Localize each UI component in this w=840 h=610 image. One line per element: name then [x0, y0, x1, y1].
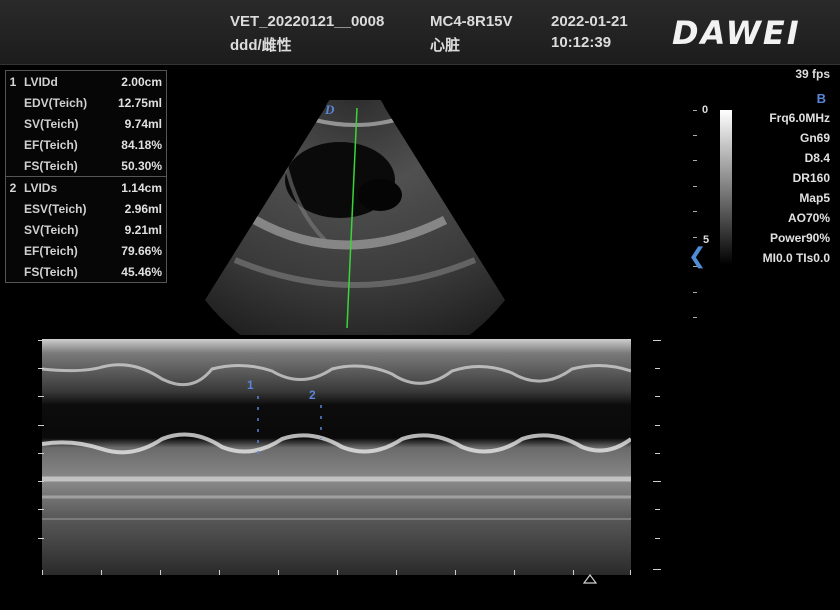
measurement-row[interactable]: FS(Teich) 45.46%	[6, 261, 166, 282]
measurement-label: ESV(Teich)	[24, 201, 87, 216]
patient-name: ddd/雌性	[230, 37, 292, 54]
measurement-row[interactable]: ESV(Teich) 2.96ml	[6, 198, 166, 219]
measurement-label: FS(Teich)	[24, 264, 78, 279]
measurement-value: 50.30%	[121, 158, 162, 173]
measurement-value: 1.14cm	[121, 180, 162, 195]
b-mode-sector-image[interactable]: D	[195, 100, 515, 335]
param-power: Power90%	[769, 231, 830, 245]
measurement-value: 2.00cm	[121, 74, 162, 89]
frame-rate: 39 fps	[795, 67, 830, 81]
param-dynamic-range: DR160	[792, 171, 830, 185]
exam-preset: 心脏	[430, 37, 461, 54]
measurement-label: SV(Teich)	[24, 116, 79, 131]
measurement-label: SV(Teich)	[24, 222, 79, 237]
caliper-label-1: 1	[247, 378, 254, 392]
measurement-label: EDV(Teich)	[24, 95, 88, 110]
chevron-left-icon[interactable]: ❮	[688, 243, 706, 269]
exam-time: 10:12:39	[551, 34, 612, 51]
param-frequency: Frq6.0MHz	[769, 111, 830, 125]
sweep-position-icon[interactable]	[583, 574, 597, 584]
imaging-mode: B	[816, 91, 826, 106]
measurement-label: FS(Teich)	[24, 158, 78, 173]
exam-date: 2022-01-21	[551, 13, 628, 30]
param-acoustic-output: AO70%	[787, 211, 830, 225]
param-depth: D8.4	[804, 151, 830, 165]
measurement-value: 84.18%	[121, 137, 162, 152]
brand-logo: DAWEI	[672, 14, 801, 52]
param-gain: Gn69	[799, 131, 830, 145]
param-mi-ti: MI0.0 TIs0.0	[762, 251, 830, 265]
header-bar: VET_20220121__0008 ddd/雌性 MC4-8R15V 心脏 2…	[0, 0, 840, 65]
measurement-index: 2	[9, 180, 17, 195]
probe-name: MC4-8R15V	[430, 13, 513, 30]
m-mode-trace-image[interactable]: 1 2	[42, 339, 631, 575]
measurement-group-1: 1 LVIDd 2.00cm EDV(Teich) 12.75ml SV(Tei…	[6, 71, 166, 177]
measurement-value: 45.46%	[121, 264, 162, 279]
measurement-label: EF(Teich)	[24, 137, 78, 152]
measurement-row[interactable]: SV(Teich) 9.74ml	[6, 113, 166, 134]
patient-id: VET_20220121__0008	[230, 13, 385, 30]
measurement-row[interactable]: SV(Teich) 9.21ml	[6, 219, 166, 240]
measurement-label: LVIDd	[24, 74, 58, 89]
measurement-value: 79.66%	[121, 243, 162, 258]
measurement-panel: 1 LVIDd 2.00cm EDV(Teich) 12.75ml SV(Tei…	[5, 70, 167, 283]
measurement-row[interactable]: EDV(Teich) 12.75ml	[6, 92, 166, 113]
depth-scale-top: 0	[702, 104, 709, 116]
measurement-row[interactable]: EF(Teich) 79.66%	[6, 240, 166, 261]
measurement-row[interactable]: FS(Teich) 50.30%	[6, 155, 166, 176]
measurement-group-2: 2 LVIDs 1.14cm ESV(Teich) 2.96ml SV(Teic…	[6, 177, 166, 282]
param-map: Map5	[799, 191, 830, 205]
imaging-parameters: Frq6.0MHz Gn69 D8.4 DR160 Map5 AO70% Pow…	[763, 108, 830, 268]
measurement-value: 9.74ml	[124, 116, 162, 131]
measurement-row[interactable]: 2 LVIDs 1.14cm	[6, 177, 166, 198]
measurement-value: 12.75ml	[117, 95, 162, 110]
measurement-label: LVIDs	[24, 180, 58, 195]
measurement-value: 9.21ml	[124, 222, 162, 237]
measurement-row[interactable]: EF(Teich) 84.18%	[6, 134, 166, 155]
caliper-label-2: 2	[309, 388, 316, 402]
measurement-label: EF(Teich)	[24, 243, 78, 258]
measurement-row[interactable]: 1 LVIDd 2.00cm	[6, 71, 166, 92]
measurement-index: 1	[9, 74, 17, 89]
measurement-value: 2.96ml	[124, 201, 162, 216]
sector-depth-marker: D	[324, 102, 335, 117]
grayscale-bar	[720, 110, 732, 265]
